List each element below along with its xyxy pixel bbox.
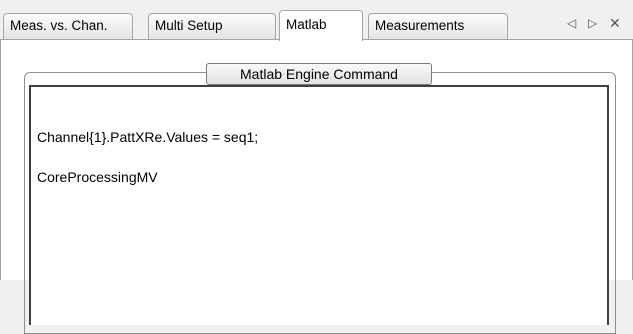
tab-measurements[interactable]: Measurements <box>368 13 508 39</box>
tab-strip: Meas. vs. Chan. Multi Setup Matlab Measu… <box>0 0 633 41</box>
matlab-command-editor[interactable]: Channel{1}.PattXRe.Values = seq1; CorePr… <box>29 85 609 325</box>
command-line: CoreProcessingMV <box>37 169 158 185</box>
scroll-right-icon[interactable]: ▷ <box>588 16 597 30</box>
matlab-panel: Matlab Engine Command Channel{1}.PattXRe… <box>0 40 633 334</box>
close-icon[interactable]: ✕ <box>609 15 621 32</box>
tab-multi-setup[interactable]: Multi Setup <box>148 13 276 39</box>
tab-meas-vs-chan[interactable]: Meas. vs. Chan. <box>3 13 133 39</box>
group-title: Matlab Engine Command <box>206 63 432 85</box>
tab-matlab[interactable]: Matlab <box>279 10 363 41</box>
command-line: Channel{1}.PattXRe.Values = seq1; <box>37 129 259 145</box>
scroll-left-icon[interactable]: ◁ <box>567 16 576 30</box>
